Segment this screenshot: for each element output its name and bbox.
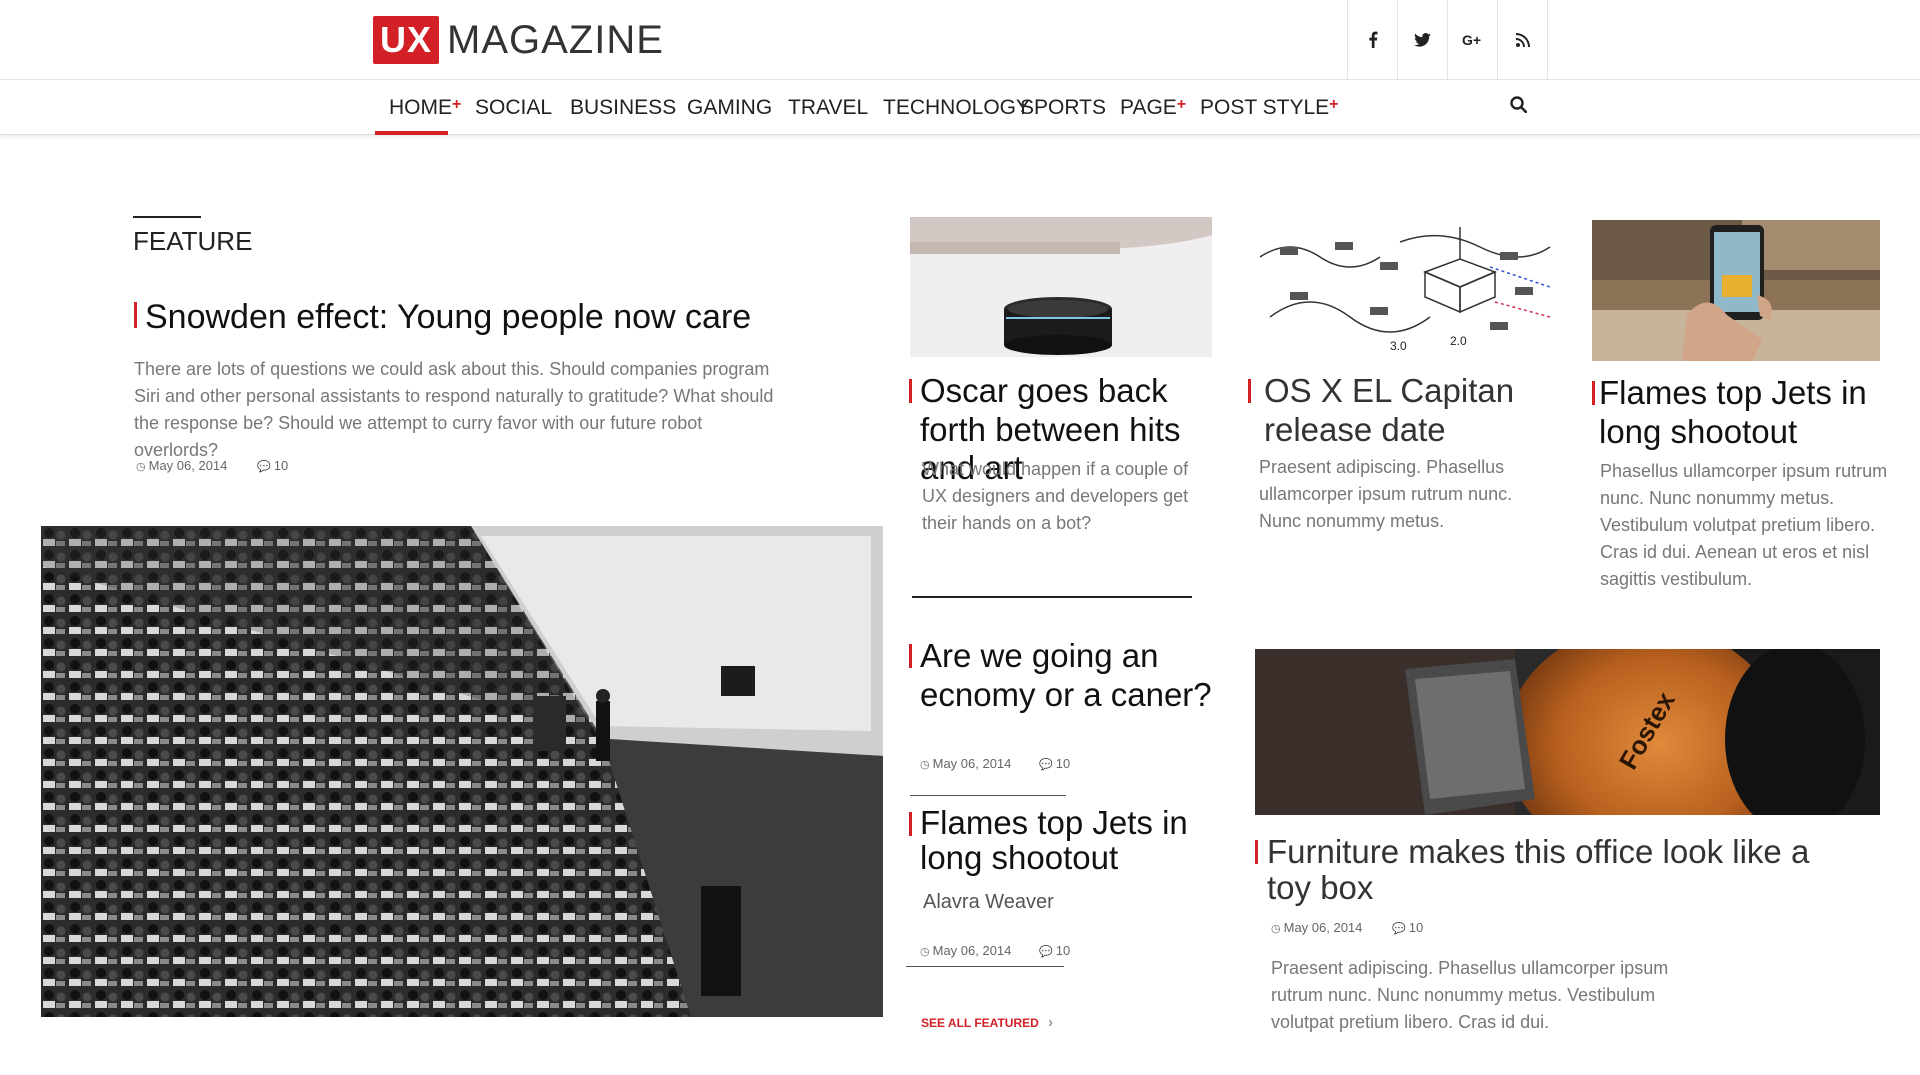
comment-icon: 💬 — [1039, 946, 1053, 958]
nav-item-home[interactable]: HOME+ — [389, 96, 461, 120]
card-headline[interactable]: OS X EL Capitan release date — [1248, 372, 1568, 449]
nav-item-sports[interactable]: SPORTS — [1020, 96, 1106, 120]
logo-mark: UX — [373, 16, 440, 64]
comment-count: 10 — [1055, 756, 1071, 771]
card-title: OS X EL Capitan release date — [1264, 372, 1515, 448]
post-date: May 06, 2014 — [1283, 920, 1363, 935]
headline-accent-bar — [909, 812, 912, 836]
clock-icon: ◷ — [1271, 923, 1281, 935]
item-separator — [910, 795, 1066, 796]
list-item-meta: ◷ May 06, 2014 💬 10 — [920, 943, 1070, 958]
section-divider — [912, 596, 1192, 598]
card-excerpt: Phasellus ullamcorper ipsum rutrum nunc.… — [1600, 461, 1888, 589]
headline-accent-bar — [1592, 381, 1595, 405]
list-item-title: Are we going an ecnomy or a caner? — [920, 637, 1212, 713]
feature-excerpt: There are lots of questions we could ask… — [134, 359, 774, 460]
section-rule — [133, 216, 201, 218]
headline-accent-bar — [1248, 379, 1251, 403]
post-date: May 06, 2014 — [932, 943, 1012, 958]
nav-item-post-style[interactable]: POST STYLE+ — [1200, 96, 1339, 120]
site-logo[interactable]: UX MAGAZINE — [373, 16, 664, 64]
comment-count: 10 — [1055, 943, 1071, 958]
nav-item-social[interactable]: SOCIAL — [475, 96, 552, 120]
headline-accent-bar — [134, 302, 137, 328]
clock-icon: ◷ — [920, 946, 930, 958]
post-date: May 06, 2014 — [148, 458, 228, 473]
card-excerpt: What would happen if a couple of UX desi… — [922, 459, 1189, 533]
item-separator — [906, 966, 1064, 967]
search-icon[interactable] — [1510, 96, 1528, 119]
big-card-image[interactable]: Fostex — [1255, 649, 1880, 815]
see-all-link[interactable]: SEE ALL FEATURED › — [921, 1014, 1053, 1031]
feature-image[interactable] — [41, 526, 883, 1017]
svg-text:3.0: 3.0 — [1390, 339, 1407, 353]
post-date: May 06, 2014 — [932, 756, 1012, 771]
nav-item-technology[interactable]: TECHNOLOGY — [883, 96, 1030, 120]
feature-headline[interactable]: Snowden effect: Young people now care — [134, 298, 894, 338]
comment-icon: 💬 — [1039, 759, 1053, 771]
nav-active-indicator — [375, 131, 448, 135]
post-style-plus-icon: + — [1329, 96, 1339, 113]
author-name[interactable]: Alavra Weaver — [923, 891, 1054, 914]
feature-meta: ◷ May 06, 2014 💬 10 — [136, 458, 288, 473]
nav-item-travel[interactable]: TRAVEL — [788, 96, 868, 120]
card-image[interactable] — [1592, 220, 1880, 361]
comment-count: 10 — [273, 458, 289, 473]
comment-icon: 💬 — [1392, 923, 1406, 935]
chevron-right-icon: › — [1048, 1014, 1054, 1031]
logo-text: MAGAZINE — [447, 17, 664, 62]
rss-icon[interactable] — [1498, 0, 1548, 79]
card-image[interactable] — [910, 217, 1212, 357]
feature-title: Snowden effect: Young people now care — [145, 298, 752, 336]
top-header — [0, 0, 1920, 80]
svg-text:G+: G+ — [1462, 33, 1481, 47]
clock-icon: ◷ — [136, 461, 146, 473]
big-card-meta: ◷ May 06, 2014 💬 10 — [1271, 920, 1423, 935]
comment-count: 10 — [1408, 920, 1424, 935]
section-title: FEATURE — [133, 226, 253, 256]
headline-accent-bar — [909, 644, 912, 668]
headline-accent-bar — [909, 379, 912, 403]
big-card-excerpt: Praesent adipiscing. Phasellus ullamcorp… — [1271, 958, 1669, 1032]
see-all-label: SEE ALL FEATURED — [921, 1016, 1039, 1030]
card-excerpt: Praesent adipiscing. Phasellus ullamcorp… — [1259, 457, 1513, 531]
nav-item-gaming[interactable]: GAMING — [687, 96, 772, 120]
home-plus-icon: + — [452, 96, 462, 113]
comment-icon: 💬 — [257, 461, 271, 473]
list-item-headline[interactable]: Are we going an ecnomy or a caner? — [909, 637, 1229, 714]
google-plus-icon[interactable]: G+ — [1448, 0, 1498, 79]
big-card-headline[interactable]: Furniture makes this office look like a … — [1255, 833, 1815, 907]
nav-item-page[interactable]: PAGE+ — [1120, 96, 1186, 120]
facebook-icon[interactable] — [1348, 0, 1398, 79]
twitter-icon[interactable] — [1398, 0, 1448, 79]
svg-text:2.0: 2.0 — [1450, 334, 1467, 348]
nav-item-business[interactable]: BUSINESS — [570, 96, 676, 120]
list-item-meta: ◷ May 06, 2014 💬 10 — [920, 756, 1070, 771]
page-plus-icon: + — [1176, 96, 1187, 113]
headline-accent-bar — [1255, 840, 1258, 864]
list-item-title: Flames top Jets in long shootout — [920, 804, 1188, 876]
card-title: Flames top Jets in long shootout — [1599, 374, 1867, 450]
social-links: G+ — [1347, 0, 1548, 79]
clock-icon: ◷ — [920, 759, 930, 771]
list-item-headline[interactable]: Flames top Jets in long shootout — [909, 804, 1229, 876]
card-image[interactable]: 3.0 2.0 — [1250, 217, 1556, 358]
big-card-title: Furniture makes this office look like a … — [1267, 833, 1810, 907]
card-headline[interactable]: Flames top Jets in long shootout — [1592, 374, 1892, 451]
